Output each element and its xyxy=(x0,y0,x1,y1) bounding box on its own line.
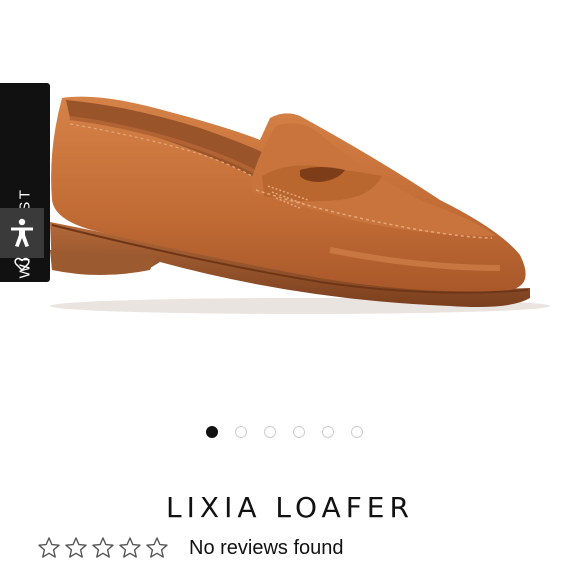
star-icon xyxy=(92,537,114,558)
accessibility-button[interactable] xyxy=(0,208,44,258)
accessibility-icon xyxy=(11,218,33,247)
product-page: WISHLIST LIXIA LOAFER No reviews found xyxy=(0,0,580,580)
star-rating[interactable] xyxy=(37,536,169,560)
carousel-dot[interactable] xyxy=(351,426,363,438)
product-title: LIXIA LOAFER xyxy=(166,491,414,524)
carousel-dot[interactable] xyxy=(322,426,334,438)
carousel-dot[interactable] xyxy=(264,426,276,438)
star-icon xyxy=(65,537,87,558)
carousel-dots xyxy=(206,426,363,438)
carousel-dot[interactable] xyxy=(293,426,305,438)
heart-icon[interactable] xyxy=(14,256,30,272)
rating-row: No reviews found xyxy=(37,535,344,561)
product-image[interactable] xyxy=(0,0,580,400)
review-count-text[interactable]: No reviews found xyxy=(189,537,344,560)
star-icon xyxy=(38,537,60,558)
carousel-dot[interactable] xyxy=(235,426,247,438)
star-icon xyxy=(119,537,141,558)
carousel-dot[interactable] xyxy=(206,426,218,438)
star-icon xyxy=(146,537,168,558)
